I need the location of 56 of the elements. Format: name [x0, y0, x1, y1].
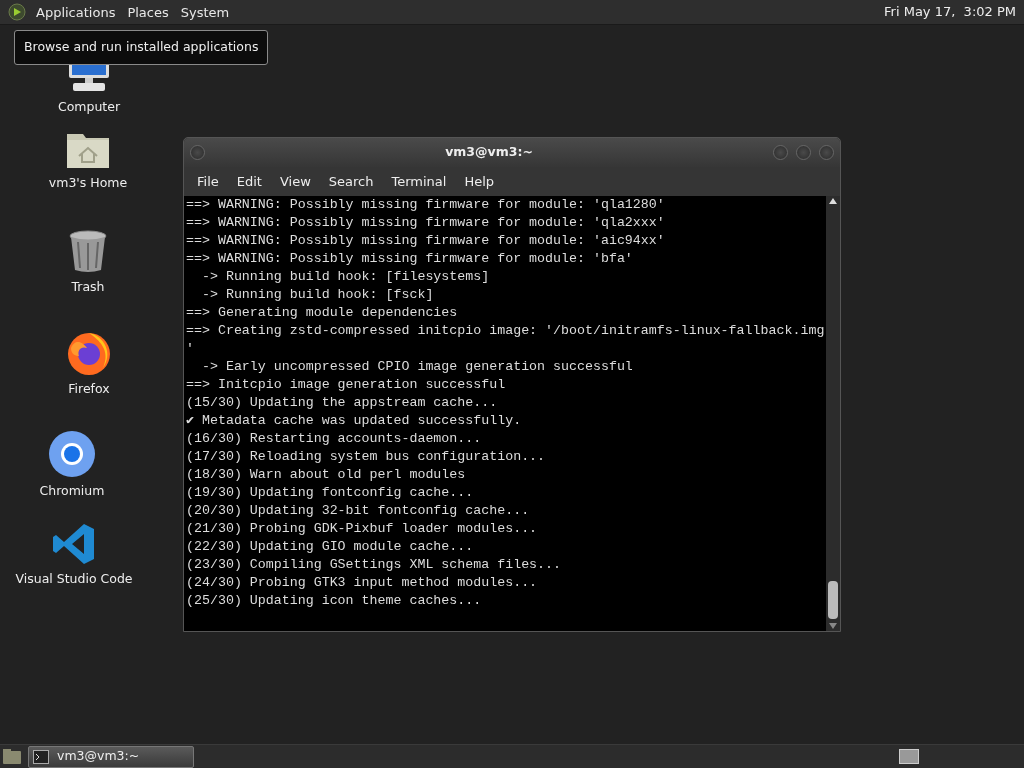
terminal-line: (17/30) Reloading system bus configuration... — [186, 448, 547, 466]
close-button[interactable] — [819, 145, 834, 160]
menu-item[interactable]: View — [270, 171, 320, 192]
tooltip: Browse and run installed applications — [14, 30, 269, 65]
taskbar-button[interactable]: vm3@vm3:~ — [28, 745, 194, 768]
workspace-switcher[interactable] — [899, 749, 919, 764]
icon-label[interactable]: vm3's Home — [48, 174, 128, 193]
scrollbar[interactable] — [826, 196, 840, 631]
terminal-line: (19/30) Updating fontconfig cache... — [186, 484, 475, 502]
terminal-line: ==> WARNING: Possibly missing firmware for module: 'bfa' — [186, 250, 634, 268]
terminal-line: ==> WARNING: Possibly missing firmware for module: 'aic94xx' — [186, 232, 666, 250]
terminal-line: ✔ Metadata cache was updated successfully. — [186, 412, 523, 430]
window-title: vm3@vm3:~ — [444, 143, 534, 162]
menu-item[interactable]: Search — [319, 171, 383, 192]
terminal-line: (18/30) Warn about old perl modules — [186, 466, 467, 484]
terminal-line: (15/30) Updating the appstream cache... — [186, 394, 499, 412]
terminal-line: (24/30) Probing GTK3 input method modules... — [186, 574, 539, 592]
terminal-line: ' — [186, 340, 195, 358]
scrollbar-thumb[interactable] — [828, 581, 838, 619]
icon-label[interactable]: Computer — [57, 98, 121, 117]
terminal-line: -> Running build hook: [filesystems] — [200, 268, 491, 286]
menu-logo-icon[interactable] — [8, 3, 26, 21]
panel-menu[interactable]: Places — [121, 0, 175, 25]
terminal-icon — [33, 749, 49, 764]
menu-item[interactable]: Edit — [227, 171, 271, 192]
terminal-line: (21/30) Probing GDK-Pixbuf loader modules... — [186, 520, 539, 538]
scroll-down-icon[interactable] — [829, 623, 837, 629]
terminal-line: ==> Creating zstd-compressed initcpio image: '/boot/initramfs-linux-fallback.img — [186, 322, 824, 340]
icon-label[interactable]: Visual Studio Code — [15, 570, 133, 589]
scroll-up-icon[interactable] — [829, 198, 837, 204]
maximize-button[interactable] — [796, 145, 811, 160]
terminal-line: (16/30) Restarting accounts-daemon... — [186, 430, 483, 448]
panel-menu[interactable]: Applications — [30, 0, 122, 25]
menu-item[interactable]: Terminal — [382, 171, 456, 192]
icon-label[interactable]: Firefox — [68, 380, 110, 399]
terminal-line: -> Running build hook: [fsck] — [200, 286, 435, 304]
minimize-button[interactable] — [773, 145, 788, 160]
terminal-line: (20/30) Updating 32-bit fontconfig cache... — [186, 502, 531, 520]
terminal-line: ==> WARNING: Possibly missing firmware for module: 'qla1280' — [186, 196, 666, 214]
menu-item[interactable]: Help — [455, 171, 504, 192]
terminal-line: ==> Generating module dependencies — [186, 304, 459, 322]
trash-icon — [68, 230, 108, 274]
terminal-line: -> Early uncompressed CPIO image generation successful — [200, 358, 634, 376]
icon-label[interactable]: Chromium — [39, 482, 105, 501]
window-menu-button[interactable] — [190, 145, 205, 160]
terminal-line: (22/30) Updating GIO module cache... — [186, 538, 475, 556]
terminal-line: (25/30) Updating icon theme caches... — [186, 592, 483, 610]
icon-label[interactable]: Trash — [71, 278, 105, 297]
terminal-line: (23/30) Compiling GSettings XML schema files... — [186, 556, 563, 574]
vscode-icon — [52, 522, 96, 566]
chromium-icon — [48, 430, 96, 478]
menu-item[interactable]: File — [188, 171, 228, 192]
clock[interactable]: Fri May 17, 3:02 PM — [884, 2, 1016, 22]
terminal-line: ==> WARNING: Possibly missing firmware for module: 'qla2xxx' — [186, 214, 666, 232]
terminal-line: ==> Initcpio image generation successful — [186, 376, 507, 394]
panel-menu[interactable]: System — [174, 0, 236, 25]
